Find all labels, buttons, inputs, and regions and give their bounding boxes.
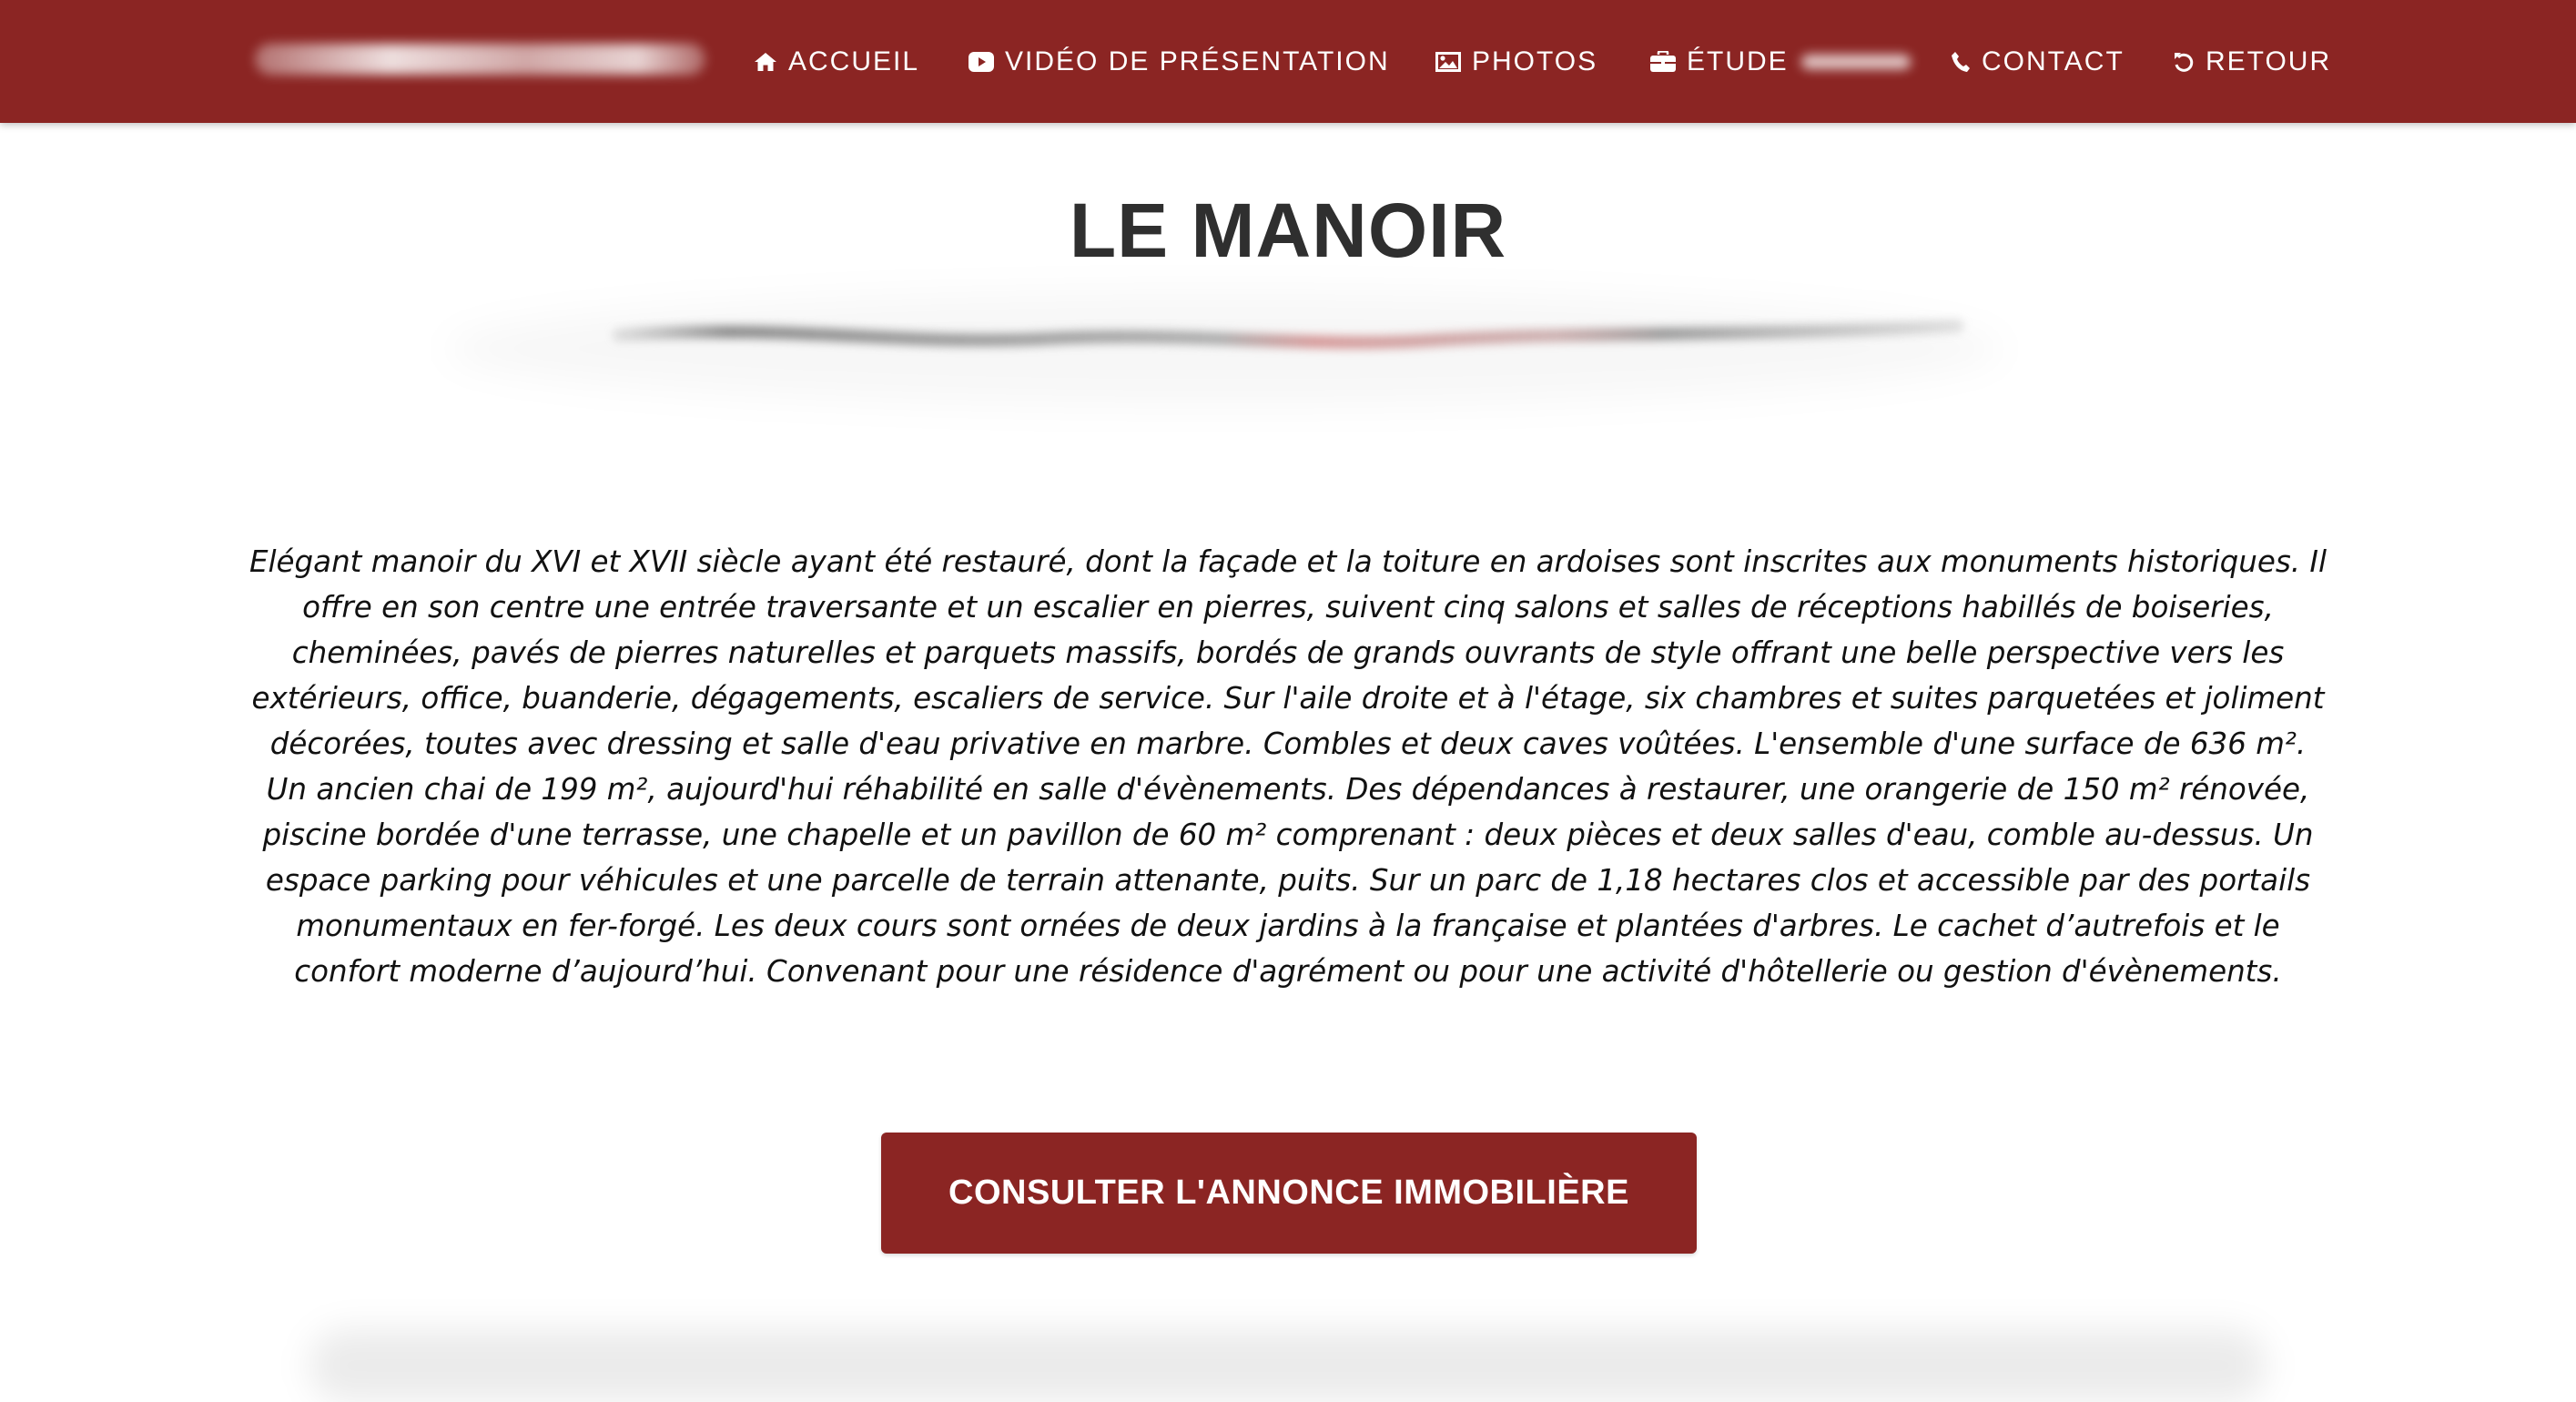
nav-item-contact[interactable]: CONTACT — [1951, 0, 2125, 123]
briefcase-icon — [1650, 50, 1676, 73]
etude-name-redacted — [1800, 54, 1911, 69]
nav-item-label: CONTACT — [1982, 46, 2125, 76]
nav-item-video[interactable]: VIDÉO DE PRÉSENTATION — [969, 0, 1390, 123]
nav-item-label: PHOTOS — [1472, 46, 1598, 76]
undo-icon — [2173, 51, 2195, 73]
nav-item-label: VIDÉO DE PRÉSENTATION — [1005, 46, 1390, 76]
image-icon — [1435, 51, 1461, 72]
next-section-shadow — [309, 1329, 2267, 1402]
nav-item-label: ACCUEIL — [788, 46, 920, 76]
consult-listing-button[interactable]: CONSULTER L'ANNONCE IMMOBILIÈRE — [881, 1133, 1697, 1254]
underline-stroke — [613, 320, 1963, 350]
phone-icon — [1951, 51, 1971, 73]
main-menu: ACCUEIL VIDÉO DE PRÉSENTATION PHOTOS ÉTU… — [0, 0, 2576, 123]
nav-item-etude[interactable]: ÉTUDE — [1650, 0, 1911, 123]
nav-item-retour[interactable]: RETOUR — [2173, 0, 2331, 123]
nav-item-label: RETOUR — [2206, 46, 2332, 76]
page-title: LE MANOIR — [1069, 188, 1507, 273]
youtube-play-icon — [969, 51, 994, 72]
top-navbar: ACCUEIL VIDÉO DE PRÉSENTATION PHOTOS ÉTU… — [0, 0, 2576, 123]
home-icon — [754, 51, 777, 73]
property-description: Elégant manoir du XVI et XVII siècle aya… — [248, 544, 2328, 989]
nav-item-photos[interactable]: PHOTOS — [1435, 0, 1597, 123]
nav-item-label: ÉTUDE — [1687, 46, 1789, 76]
nav-item-accueil[interactable]: ACCUEIL — [754, 0, 919, 123]
title-underline-redacted — [610, 319, 1966, 351]
